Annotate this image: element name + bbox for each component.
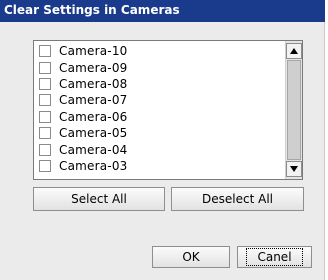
camera-list-items: Camera-10 Camera-09 Camera-08 Camera-07 Came…	[34, 43, 285, 174]
triangle-down-icon	[290, 166, 298, 172]
camera-list[interactable]: Camera-10 Camera-09 Camera-08 Camera-07 Came…	[33, 40, 303, 180]
select-all-button[interactable]: Select All	[33, 187, 165, 211]
triangle-up-icon	[290, 48, 298, 54]
camera-label: Camera-07	[59, 93, 128, 108]
list-item[interactable]: Camera-09	[34, 59, 285, 75]
list-item[interactable]: Camera-03	[34, 158, 285, 174]
checkbox[interactable]	[39, 143, 51, 156]
scroll-down-button[interactable]	[286, 161, 302, 177]
checkbox[interactable]	[39, 77, 51, 90]
camera-label: Camera-10	[59, 44, 128, 59]
list-item[interactable]: Camera-08	[34, 76, 285, 92]
list-item[interactable]: Camera-06	[34, 109, 285, 125]
cancel-button[interactable]: Canel	[237, 246, 312, 268]
title-bar[interactable]: Clear Settings in Cameras	[0, 0, 325, 22]
camera-label: Camera-08	[59, 76, 128, 91]
list-item[interactable]: Camera-05	[34, 125, 285, 141]
checkbox[interactable]	[39, 159, 51, 172]
checkbox[interactable]	[39, 127, 51, 140]
list-item[interactable]: Camera-10	[34, 43, 285, 59]
scroll-thumb[interactable]	[287, 60, 301, 160]
dialog-title: Clear Settings in Cameras	[4, 3, 180, 17]
list-item[interactable]: Camera-04	[34, 141, 285, 157]
camera-label: Camera-09	[59, 60, 128, 75]
ok-button[interactable]: OK	[152, 246, 230, 268]
clear-settings-dialog: Clear Settings in Cameras Camera-10 Camer…	[0, 0, 325, 280]
deselect-all-button[interactable]: Deselect All	[171, 187, 304, 211]
camera-label: Camera-04	[59, 142, 128, 157]
camera-label: Camera-06	[59, 109, 128, 124]
checkbox[interactable]	[39, 45, 51, 58]
list-item[interactable]: Camera-07	[34, 92, 285, 108]
scroll-up-button[interactable]	[286, 43, 302, 59]
cancel-button-label: Canel	[246, 248, 303, 266]
vertical-scrollbar[interactable]	[285, 41, 302, 179]
camera-label: Camera-03	[59, 158, 128, 173]
camera-label: Camera-05	[59, 126, 128, 141]
checkbox[interactable]	[39, 61, 51, 74]
checkbox[interactable]	[39, 110, 51, 123]
checkbox[interactable]	[39, 94, 51, 107]
